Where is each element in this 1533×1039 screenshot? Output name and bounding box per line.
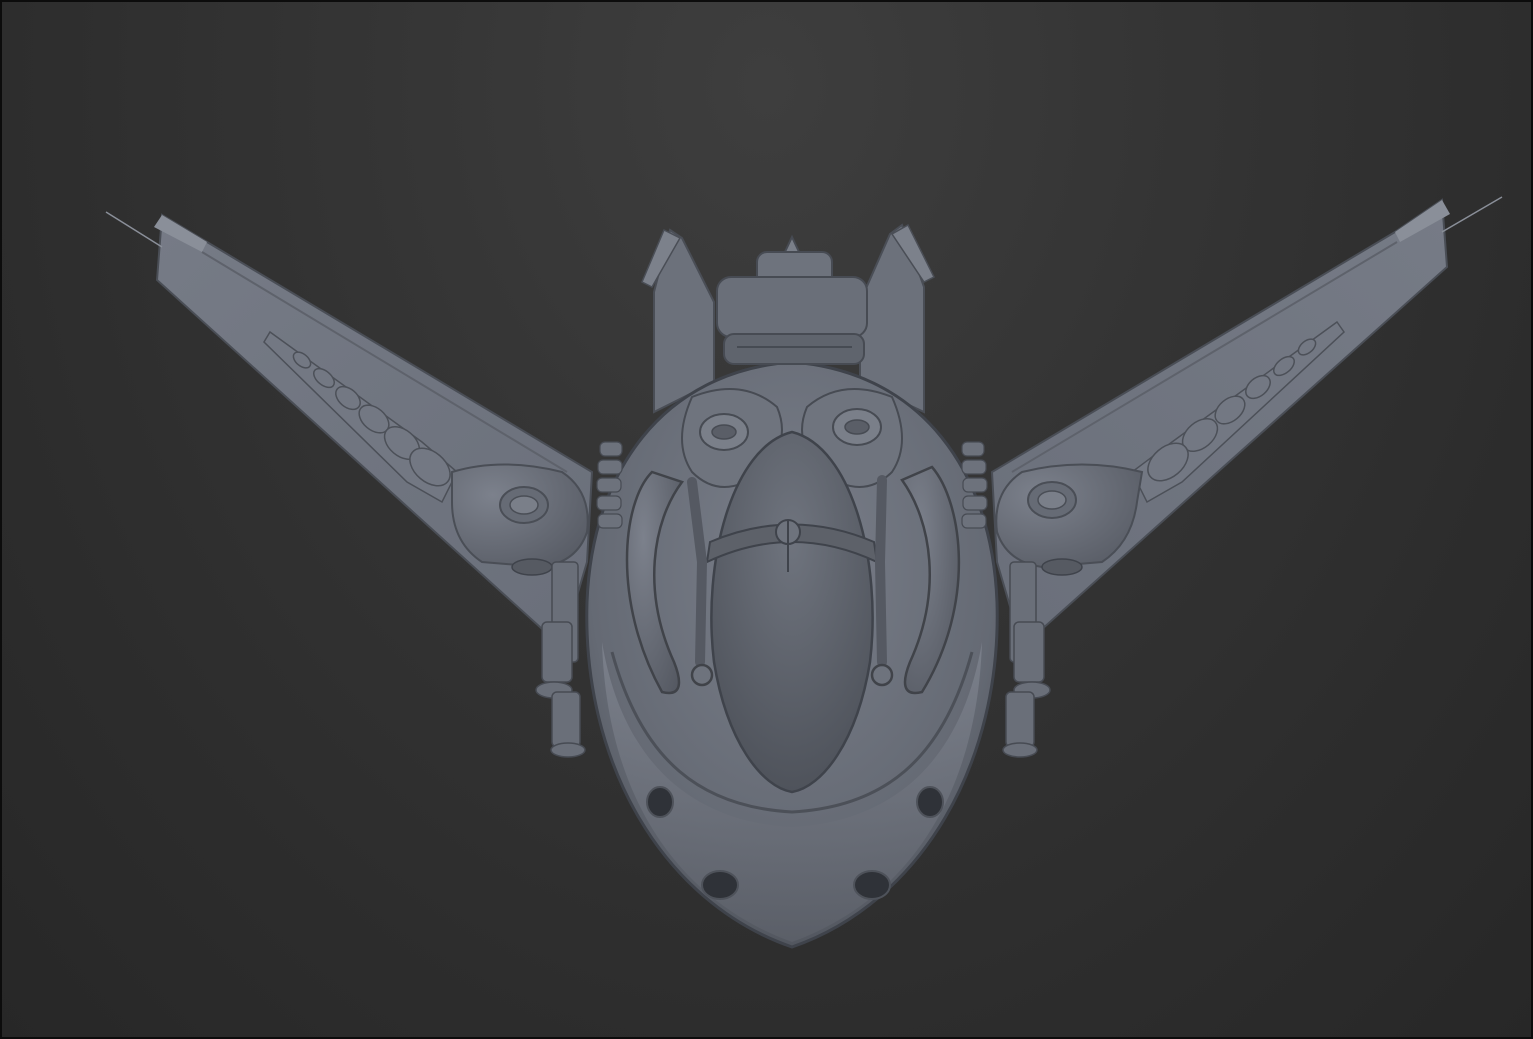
3d-viewport-canvas[interactable] — [0, 0, 1533, 1039]
top-engine-block — [716, 234, 868, 365]
right-wing — [990, 196, 1503, 649]
left-wing — [105, 211, 594, 649]
spaceship-model[interactable] — [2, 2, 1533, 1039]
